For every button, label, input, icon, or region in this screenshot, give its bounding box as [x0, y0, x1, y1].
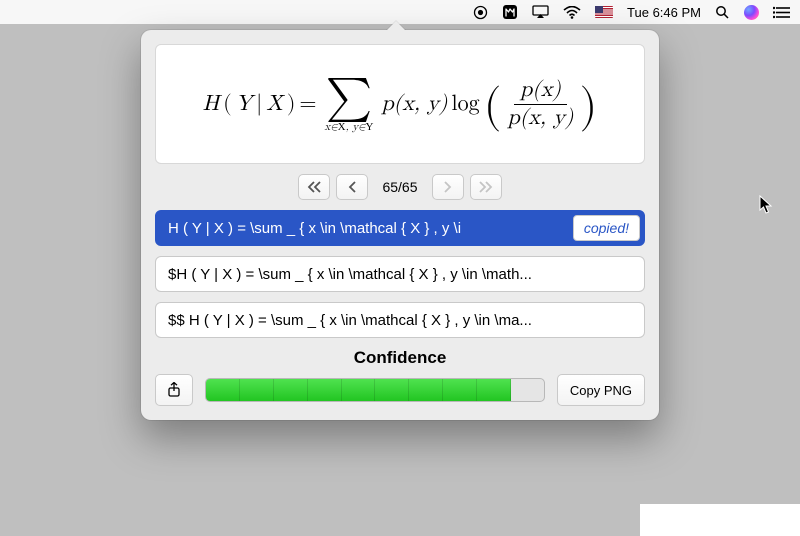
confidence-segment — [443, 379, 477, 401]
menubar-app-icon[interactable] — [502, 4, 518, 20]
overlay-box — [640, 504, 800, 536]
mouse-cursor — [759, 195, 773, 220]
airplay-icon[interactable] — [532, 5, 549, 19]
result-text: $H ( Y | X ) = \sum _ { x \in \mathcal {… — [168, 266, 532, 283]
confidence-segment — [206, 379, 240, 401]
equation-preview: H(Y|X) = ∑x∈X, y∈Y p(x, y) log ( p(x)p(x… — [155, 44, 645, 164]
copied-badge: copied! — [573, 215, 640, 241]
result-text: $$ H ( Y | X ) = \sum _ { x \in \mathcal… — [168, 312, 532, 329]
record-icon[interactable] — [473, 5, 488, 20]
confidence-segment — [240, 379, 274, 401]
share-button[interactable] — [155, 374, 193, 406]
prev-button[interactable] — [336, 174, 368, 200]
history-pager: 65/65 — [141, 174, 659, 200]
notification-center-icon[interactable] — [773, 6, 790, 19]
result-row-display[interactable]: $$ H ( Y | X ) = \sum _ { x \in \mathcal… — [155, 302, 645, 338]
confidence-label: Confidence — [141, 348, 659, 368]
confidence-segment — [308, 379, 342, 401]
siri-icon[interactable] — [744, 5, 759, 20]
confidence-segment — [511, 379, 544, 401]
result-row-inline[interactable]: $H ( Y | X ) = \sum _ { x \in \mathcal {… — [155, 256, 645, 292]
result-row-latex[interactable]: H ( Y | X ) = \sum _ { x \in \mathcal { … — [155, 210, 645, 246]
confidence-segment — [342, 379, 376, 401]
confidence-segment — [409, 379, 443, 401]
results-list: H ( Y | X ) = \sum _ { x \in \mathcal { … — [155, 210, 645, 338]
confidence-meter — [205, 378, 545, 402]
mathpix-popover: H(Y|X) = ∑x∈X, y∈Y p(x, y) log ( p(x)p(x… — [141, 30, 659, 420]
input-flag-icon[interactable] — [595, 6, 613, 18]
wifi-icon[interactable] — [563, 6, 581, 19]
last-button[interactable] — [470, 174, 502, 200]
confidence-segment — [477, 379, 511, 401]
menubar-clock[interactable]: Tue 6:46 PM — [627, 5, 701, 20]
spotlight-icon[interactable] — [715, 5, 730, 20]
page-count: 65/65 — [382, 179, 417, 195]
copy-png-button[interactable]: Copy PNG — [557, 374, 645, 406]
popover-footer: Copy PNG — [155, 374, 645, 406]
next-button[interactable] — [432, 174, 464, 200]
result-text: H ( Y | X ) = \sum _ { x \in \mathcal { … — [168, 220, 461, 237]
confidence-segment — [274, 379, 308, 401]
popover-arrow — [386, 21, 406, 31]
first-button[interactable] — [298, 174, 330, 200]
confidence-segment — [375, 379, 409, 401]
